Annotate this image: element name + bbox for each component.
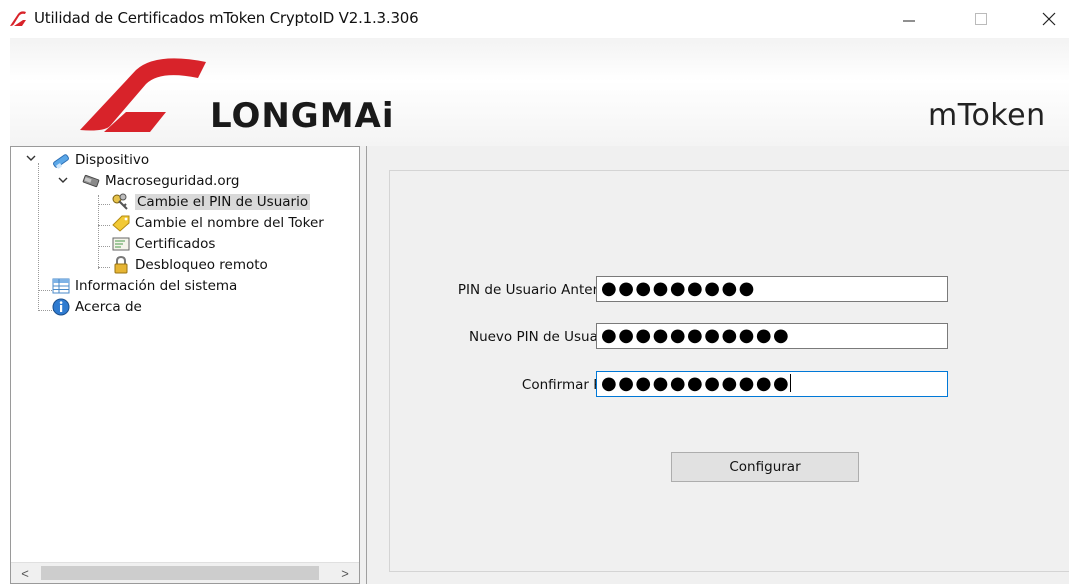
tree-item-label: Dispositivo xyxy=(75,152,150,168)
tree-connector xyxy=(98,225,110,226)
scroll-right-icon[interactable]: > xyxy=(335,563,355,583)
app-logo-icon xyxy=(10,11,26,26)
usb-token-icon xyxy=(53,154,69,169)
tree-collapse-toggle[interactable] xyxy=(57,174,69,186)
change-pin-panel: PIN de Usuario Anterior: ●●●●●●●●● Nuevo… xyxy=(366,146,1069,584)
tree-item-label: Macroseguridad.org xyxy=(105,173,240,189)
scroll-left-icon[interactable]: < xyxy=(15,563,35,583)
tree-item-dispositivo[interactable]: Dispositivo xyxy=(51,150,149,170)
tree-item-label: Acerca de xyxy=(75,299,142,315)
chevron-down-icon xyxy=(58,177,68,183)
minimize-button[interactable] xyxy=(886,0,932,38)
confirm-pin-value: ●●●●●●●●●●● xyxy=(601,373,791,394)
tree-connector xyxy=(98,195,99,269)
brand-logo-text: LONGMAi xyxy=(210,96,395,136)
tree-connector xyxy=(98,267,110,268)
tree-item-label: Información del sistema xyxy=(75,278,238,294)
tree-collapse-toggle[interactable] xyxy=(25,152,37,164)
product-logo-text: mToken xyxy=(928,98,1046,133)
close-button[interactable] xyxy=(1026,0,1069,38)
info-icon xyxy=(52,298,70,316)
usb-drive-icon xyxy=(82,174,100,188)
old-pin-value: ●●●●●●●●● xyxy=(601,278,756,299)
tree-item-label: Certificados xyxy=(135,236,216,252)
tree-item-label: Cambie el PIN de Usuario xyxy=(135,194,311,210)
tree-item-certificates[interactable]: Certificados xyxy=(111,234,215,254)
tree-item-label: Desbloqueo remoto xyxy=(135,257,268,273)
tree-connector xyxy=(98,204,110,205)
tree-item-macroseguridad[interactable]: Macroseguridad.org xyxy=(81,171,239,191)
longmai-logo-icon xyxy=(80,58,206,132)
tree-connector xyxy=(98,246,110,247)
tag-icon xyxy=(112,215,130,232)
lock-icon xyxy=(114,256,128,274)
minimize-icon xyxy=(903,20,915,22)
maximize-icon xyxy=(975,13,987,25)
tree-item-rename-token[interactable]: Cambie el nombre del Toker xyxy=(111,213,324,233)
keys-icon xyxy=(112,193,128,210)
close-icon xyxy=(1042,12,1056,26)
tree-horizontal-scrollbar[interactable]: < > xyxy=(11,562,359,583)
tree-item-system-info[interactable]: Información del sistema xyxy=(51,276,237,296)
brand-banner: LONGMAi mToken xyxy=(10,38,1069,146)
tree-item-remote-unlock[interactable]: Desbloqueo remoto xyxy=(111,255,268,275)
tree-connector xyxy=(38,163,39,311)
app-window: Utilidad de Certificados mToken CryptoID… xyxy=(0,0,1069,584)
chevron-down-icon xyxy=(26,155,36,161)
table-icon xyxy=(52,278,70,294)
certificate-icon xyxy=(112,237,130,251)
maximize-button[interactable] xyxy=(958,0,1004,38)
change-pin-form: PIN de Usuario Anterior: ●●●●●●●●● Nuevo… xyxy=(389,170,1069,572)
old-pin-field[interactable]: ●●●●●●●●● xyxy=(596,276,948,302)
text-caret xyxy=(790,374,792,392)
navigation-tree: Dispositivo Macroseguridad.org Cambie el… xyxy=(10,146,360,584)
scrollbar-thumb[interactable] xyxy=(41,566,319,580)
tree-item-change-pin[interactable]: Cambie el PIN de Usuario xyxy=(111,192,311,212)
confirm-pin-field[interactable]: ●●●●●●●●●●● xyxy=(596,371,948,397)
title-bar: Utilidad de Certificados mToken CryptoID… xyxy=(0,0,1069,38)
tree-item-label: Cambie el nombre del Toker xyxy=(135,215,324,231)
tree-item-about[interactable]: Acerca de xyxy=(51,297,142,317)
new-pin-field[interactable]: ●●●●●●●●●●● xyxy=(596,323,948,349)
configure-button[interactable]: Configurar xyxy=(671,452,859,482)
window-title: Utilidad de Certificados mToken CryptoID… xyxy=(34,9,419,27)
new-pin-value: ●●●●●●●●●●● xyxy=(601,325,791,346)
